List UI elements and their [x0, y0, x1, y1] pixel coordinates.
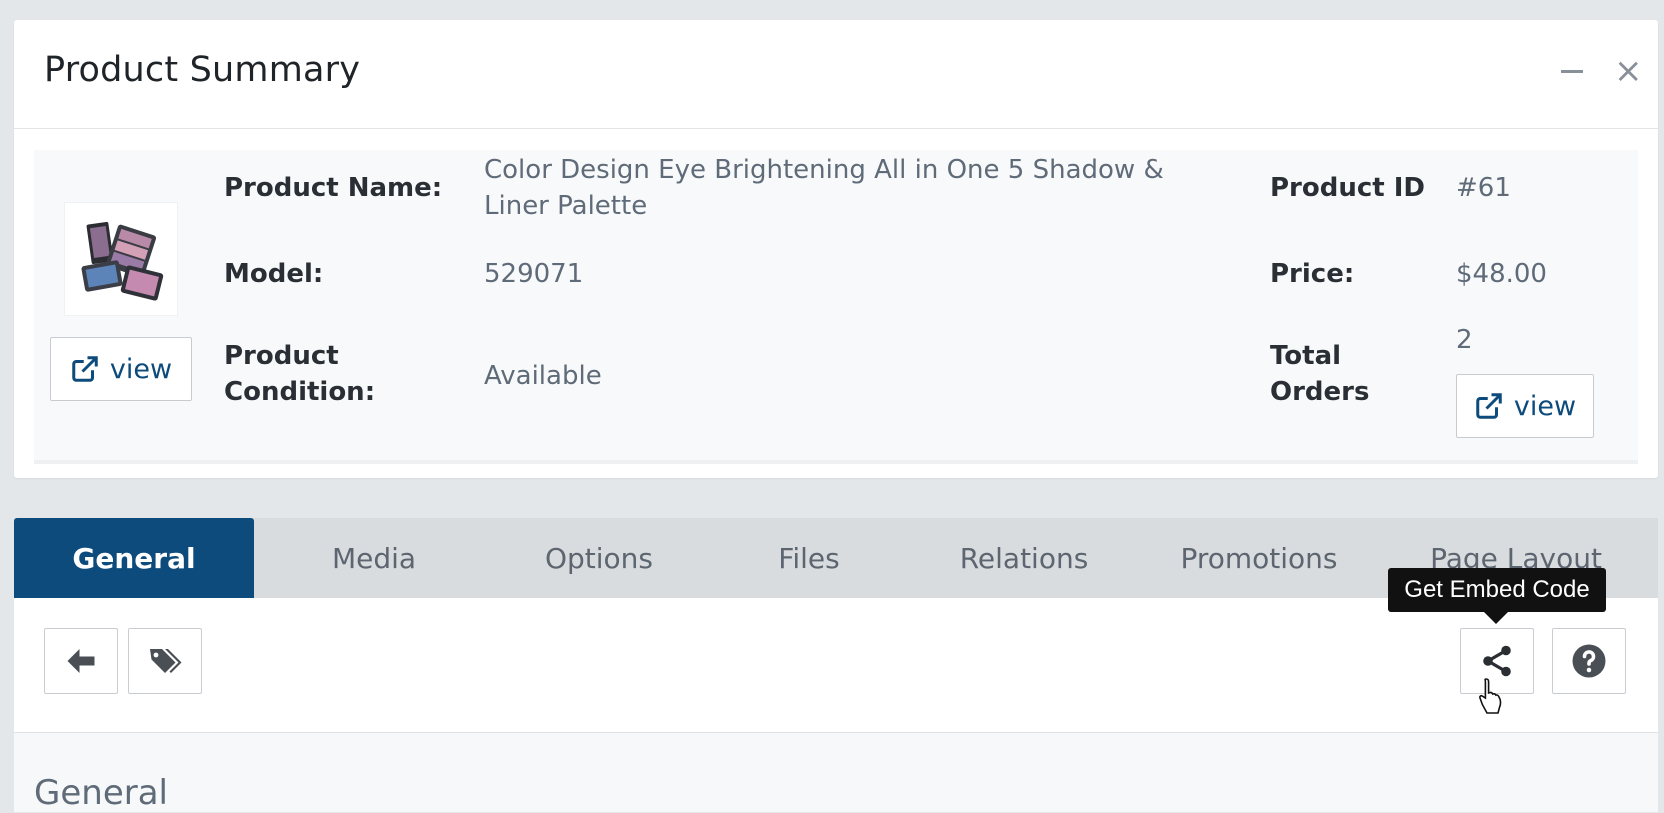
tab-media[interactable]: Media — [274, 518, 474, 598]
price-value: $48.00 — [1456, 259, 1547, 289]
price-label: Price: — [1270, 259, 1355, 289]
product-thumbnail — [64, 202, 178, 316]
product-image — [81, 221, 164, 301]
panel-header: Product Summary × — [14, 20, 1658, 129]
toolbar — [14, 598, 1658, 733]
back-button[interactable] — [44, 628, 118, 694]
arrow-left-icon — [67, 649, 95, 673]
tab-files[interactable]: Files — [714, 518, 904, 598]
condition-label: Product Condition: — [224, 341, 376, 407]
total-orders-value: 2 — [1456, 325, 1473, 355]
tab-relations[interactable]: Relations — [919, 518, 1129, 598]
content-area: General — [14, 733, 1658, 813]
view-orders-button[interactable]: view — [1456, 374, 1594, 438]
tags-icon — [150, 649, 182, 673]
view-label: view — [1513, 390, 1577, 422]
condition-value: Available — [484, 361, 602, 391]
tooltip-arrow — [1484, 612, 1508, 624]
tooltip: Get Embed Code — [1388, 568, 1606, 612]
product-summary-body: view Product Name: Color Design Eye Brig… — [34, 150, 1638, 464]
external-link-icon — [1476, 393, 1502, 419]
tab-general[interactable]: General — [14, 518, 254, 598]
section-title: General — [34, 773, 168, 813]
external-link-icon — [72, 356, 98, 382]
close-icon[interactable]: × — [1614, 54, 1643, 88]
minimize-icon[interactable] — [1561, 70, 1583, 73]
view-label: view — [109, 353, 173, 385]
model-value: 529071 — [484, 259, 584, 289]
tab-options[interactable]: Options — [494, 518, 704, 598]
hand-pointer-cursor-icon — [1479, 678, 1502, 714]
total-orders-label: Total Orders — [1270, 341, 1370, 407]
tab-promotions[interactable]: Promotions — [1144, 518, 1374, 598]
product-id-value: #61 — [1456, 173, 1511, 203]
view-product-button[interactable]: view — [50, 337, 192, 401]
help-button[interactable] — [1552, 628, 1626, 694]
model-label: Model: — [224, 259, 324, 289]
question-circle-icon — [1572, 644, 1606, 678]
tags-button[interactable] — [128, 628, 202, 694]
product-name-value: Color Design Eye Brightening All in One … — [484, 155, 1164, 221]
panel-title: Product Summary — [44, 50, 361, 90]
share-icon — [1483, 645, 1511, 677]
product-name-label: Product Name: — [224, 173, 443, 203]
product-id-label: Product ID — [1270, 173, 1426, 203]
